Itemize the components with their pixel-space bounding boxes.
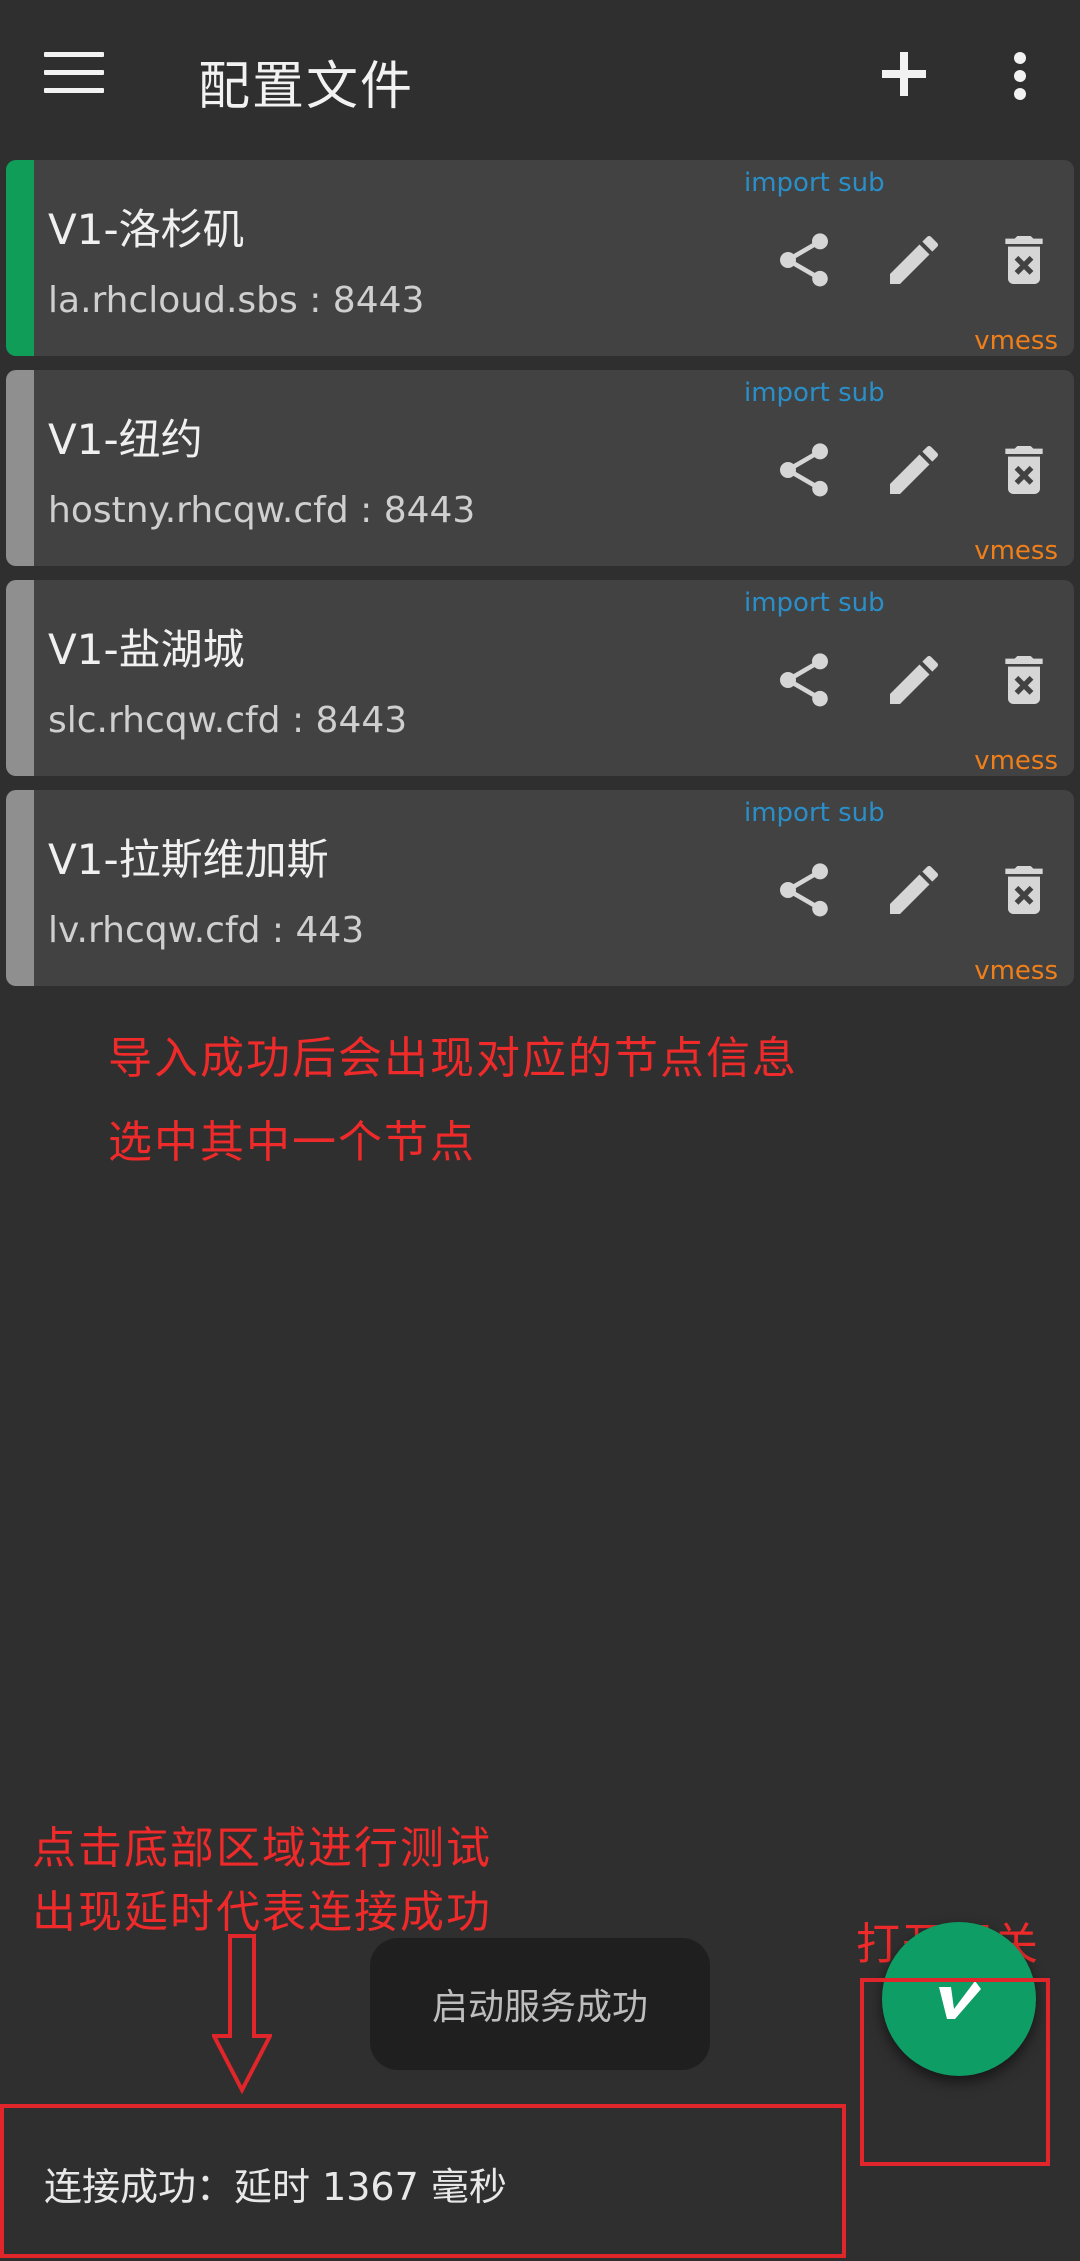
arrow-down-icon [212,1934,272,2094]
server-name: V1-盐湖城 [48,625,245,674]
highlight-box-status [0,2104,846,2258]
more-vert-icon[interactable] [1000,52,1040,100]
share-icon[interactable] [772,648,836,712]
edit-icon[interactable] [882,858,946,922]
server-name: V1-拉斯维加斯 [48,835,329,884]
server-address: la.rhcloud.sbs : 8443 [48,280,425,321]
add-icon[interactable] [874,44,934,104]
unselected-indicator [6,370,34,566]
server-name: V1-洛杉矶 [48,205,245,254]
protocol-label: vmess [974,746,1058,776]
selected-indicator [6,160,34,356]
subscription-label: import sub [744,378,885,408]
share-icon[interactable] [772,228,836,292]
toast-message: 启动服务成功 [370,1938,710,2070]
share-icon[interactable] [772,858,836,922]
annotation-select-node: 选中其中一个节点 [108,1117,476,1168]
subscription-label: import sub [744,588,885,618]
app-bar: 配置文件 [0,0,1080,150]
menu-icon[interactable] [44,52,104,96]
share-icon[interactable] [772,438,836,502]
server-card[interactable]: V1-洛杉矶 la.rhcloud.sbs : 8443 import sub … [6,160,1074,356]
subscription-label: import sub [744,168,885,198]
server-address: hostny.rhcqw.cfd : 8443 [48,490,476,531]
edit-icon[interactable] [882,438,946,502]
server-address: lv.rhcqw.cfd : 443 [48,910,365,951]
unselected-indicator [6,790,34,986]
delete-icon[interactable] [992,858,1056,922]
unselected-indicator [6,580,34,776]
highlight-box-fab [860,1978,1050,2166]
edit-icon[interactable] [882,228,946,292]
annotation-import-success: 导入成功后会出现对应的节点信息 [108,1033,798,1084]
delete-icon[interactable] [992,228,1056,292]
delete-icon[interactable] [992,438,1056,502]
protocol-label: vmess [974,536,1058,566]
annotation-click-bottom: 点击底部区域进行测试 [32,1823,492,1874]
annotation-latency-success: 出现延时代表连接成功 [32,1887,492,1938]
server-card[interactable]: V1-纽约 hostny.rhcqw.cfd : 8443 import sub… [6,370,1074,566]
server-address: slc.rhcqw.cfd : 8443 [48,700,408,741]
subscription-label: import sub [744,798,885,828]
protocol-label: vmess [974,956,1058,986]
page-title: 配置文件 [198,57,415,117]
protocol-label: vmess [974,326,1058,356]
server-card[interactable]: V1-盐湖城 slc.rhcqw.cfd : 8443 import sub v… [6,580,1074,776]
edit-icon[interactable] [882,648,946,712]
server-card[interactable]: V1-拉斯维加斯 lv.rhcqw.cfd : 443 import sub v… [6,790,1074,986]
delete-icon[interactable] [992,648,1056,712]
server-name: V1-纽约 [48,415,203,464]
